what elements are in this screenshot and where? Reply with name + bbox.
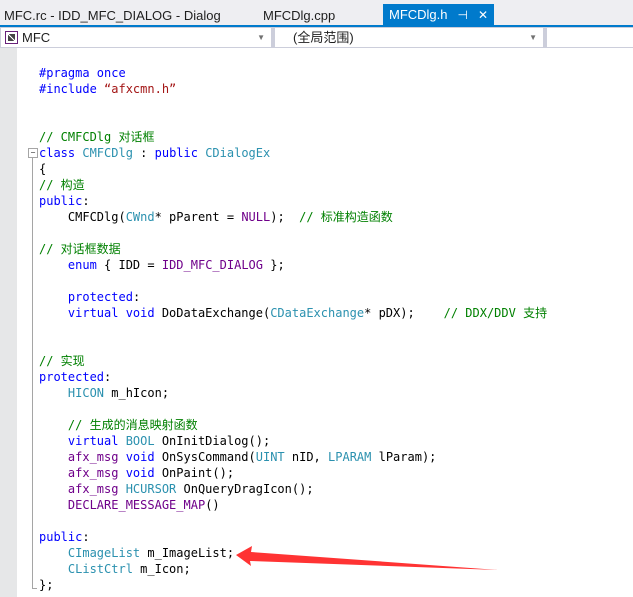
red-arrow-annotation [236, 546, 498, 570]
annotation-arrow-overlay [236, 546, 498, 570]
